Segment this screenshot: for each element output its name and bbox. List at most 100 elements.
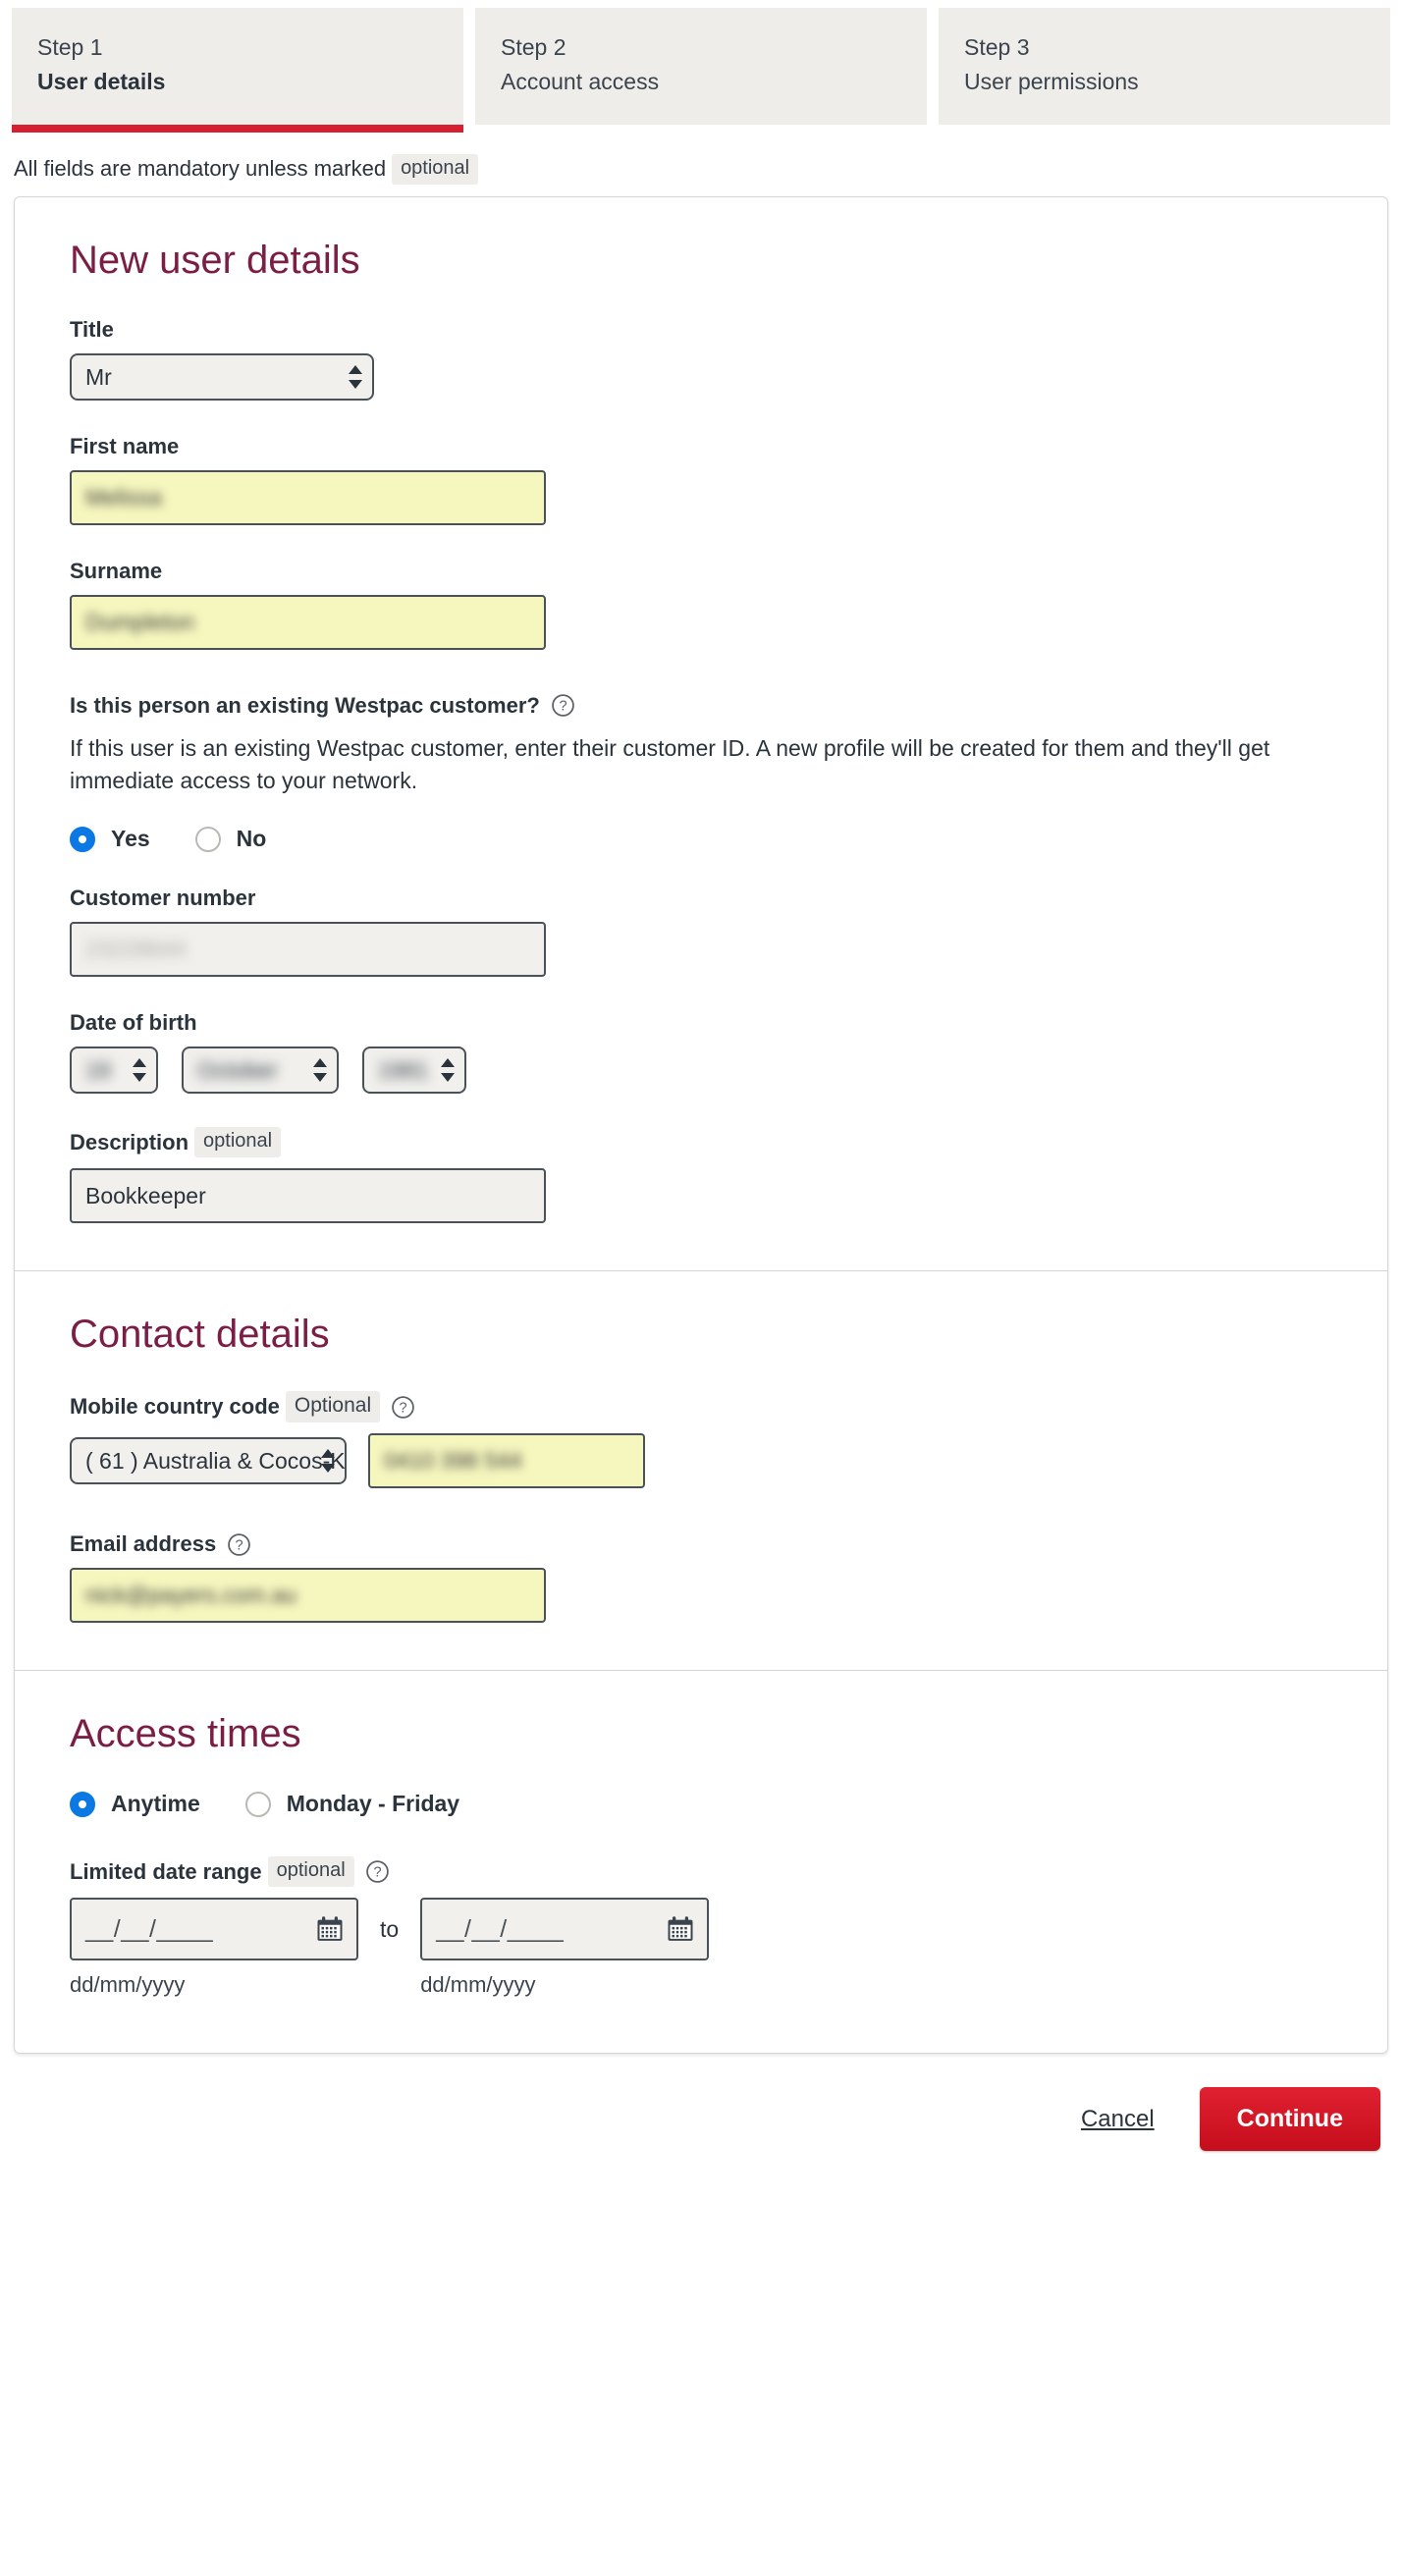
field-mobile: Mobile country code Optional ? ( 61 ) Au…	[70, 1391, 1332, 1489]
access-times-radio-group: Anytime Monday - Friday	[70, 1791, 1332, 1817]
label-limited-date-range: Limited date range	[70, 1858, 262, 1884]
new-user-form-card: New user details Title Mr First name Mel…	[14, 195, 1388, 2055]
mobile-country-code-label-row: Mobile country code Optional ?	[70, 1391, 1332, 1423]
radio-no-label: No	[236, 826, 267, 852]
dob-day-select[interactable]: 19	[70, 1046, 158, 1095]
limited-date-range-optional-badge: optional	[267, 1856, 354, 1888]
help-icon[interactable]: ?	[551, 693, 575, 718]
field-email: Email address ? nick@payers.com.au	[70, 1531, 1332, 1624]
step-tab-user-permissions[interactable]: Step 3 User permissions	[939, 8, 1390, 125]
first-name-input-wrap: Melissa	[70, 469, 1332, 525]
label-description: Description	[70, 1129, 189, 1154]
mandatory-fields-note: All fields are mandatory unless marked op…	[14, 153, 1402, 185]
mandatory-note-text: All fields are mandatory unless marked	[14, 155, 387, 181]
date-of-birth-row: 19 October 1981	[70, 1046, 1332, 1095]
title-select[interactable]: Mr	[70, 352, 374, 401]
step-2-title: Account access	[501, 69, 660, 95]
field-first-name: First name Melissa	[70, 434, 1332, 525]
label-surname: Surname	[70, 558, 163, 583]
date-range-to-word: to	[380, 1916, 400, 1943]
mobile-country-code-select[interactable]: ( 61 ) Australia & Cocos-K	[70, 1437, 347, 1485]
date-from-hint: dd/mm/yyyy	[70, 1972, 186, 1998]
description-optional-badge: optional	[194, 1127, 282, 1158]
mobile-country-code-value: ( 61 ) Australia & Cocos-K	[85, 1448, 345, 1475]
field-date-of-birth: Date of birth 19 October 1981	[70, 1010, 1332, 1095]
dob-year-select[interactable]: 1981	[362, 1046, 466, 1095]
limited-date-range-row: __/__/____ dd/mm/yyyy to __/__/____ dd/m…	[70, 1898, 1332, 1998]
date-from-mask: __/__/____	[85, 1914, 214, 1943]
step-3-title: User permissions	[964, 69, 1139, 95]
date-to-mask: __/__/____	[436, 1914, 565, 1943]
radio-mon-fri-indicator	[244, 1791, 271, 1817]
step-tab-user-details[interactable]: Step 1 User details	[12, 8, 463, 133]
date-from-input[interactable]: __/__/____	[70, 1898, 358, 1961]
existing-customer-description: If this user is an existing Westpac cust…	[70, 734, 1270, 793]
calendar-icon[interactable]	[666, 1914, 695, 1944]
help-icon[interactable]: ?	[227, 1532, 251, 1557]
spinner-arrows-icon	[441, 1058, 455, 1083]
optional-badge-legend: optional	[392, 153, 479, 185]
radio-access-anytime[interactable]: Anytime	[70, 1791, 200, 1817]
surname-input-wrap: Dumpleton	[70, 594, 1332, 650]
step-tab-account-access[interactable]: Step 2 Account access	[475, 8, 927, 125]
existing-customer-radio-group: Yes No	[70, 826, 1332, 852]
label-mobile-country-code: Mobile country code	[70, 1394, 280, 1420]
step-2-number: Step 2	[501, 34, 566, 60]
radio-existing-customer-yes[interactable]: Yes	[70, 826, 150, 852]
step-3-number: Step 3	[964, 34, 1030, 60]
date-to-input[interactable]: __/__/____	[420, 1898, 710, 1961]
limited-date-range-label-row: Limited date range optional ?	[70, 1856, 1332, 1888]
mobile-row: ( 61 ) Australia & Cocos-K 0410 398 544	[70, 1433, 1332, 1489]
description-input[interactable]: Bookkeeper	[70, 1168, 546, 1224]
spinner-arrows-icon	[321, 1449, 335, 1474]
label-date-of-birth: Date of birth	[70, 1010, 197, 1036]
field-title: Title Mr	[70, 317, 1332, 401]
label-customer-number: Customer number	[70, 886, 256, 911]
radio-mon-fri-label: Monday - Friday	[286, 1791, 460, 1817]
spinner-arrows-icon	[349, 364, 362, 389]
svg-text:?: ?	[236, 1538, 243, 1554]
svg-text:?: ?	[373, 1865, 381, 1881]
email-label-row: Email address ?	[70, 1531, 1332, 1557]
first-name-input[interactable]	[70, 469, 546, 525]
form-footer: Cancel Continue	[0, 2054, 1402, 2152]
surname-input[interactable]	[70, 594, 546, 650]
step-1-number: Step 1	[37, 34, 103, 60]
mobile-number-input[interactable]	[368, 1433, 645, 1489]
date-to-hint: dd/mm/yyyy	[420, 1972, 536, 1998]
label-first-name: First name	[70, 433, 180, 458]
description-label-row: Description optional	[70, 1127, 1332, 1158]
mobile-number-input-wrap: 0410 398 544	[368, 1433, 645, 1489]
field-surname: Surname Dumpleton	[70, 559, 1332, 650]
label-existing-customer: Is this person an existing Westpac custo…	[70, 692, 540, 718]
help-icon[interactable]: ?	[365, 1859, 390, 1884]
radio-yes-indicator	[70, 826, 95, 852]
section-access-times: Access times Anytime Monday - Friday Lim…	[15, 1670, 1387, 2053]
section-title-new-user-details: New user details	[70, 238, 360, 282]
svg-text:?: ?	[400, 1401, 407, 1417]
mobile-optional-badge: Optional	[285, 1391, 381, 1423]
cancel-button[interactable]: Cancel	[1081, 2106, 1155, 2133]
dob-month-select[interactable]: October	[182, 1046, 339, 1095]
email-input-wrap: nick@payers.com.au	[70, 1568, 1332, 1624]
radio-existing-customer-no[interactable]: No	[194, 826, 267, 852]
existing-customer-label-row: Is this person an existing Westpac custo…	[70, 693, 1332, 719]
description-value: Bookkeeper	[85, 1183, 206, 1209]
section-title-contact-details: Contact details	[70, 1313, 330, 1357]
step-progress-bar: Step 1 User details Step 2 Account acces…	[0, 8, 1402, 133]
continue-button[interactable]: Continue	[1199, 2087, 1380, 2152]
date-to-column: __/__/____ dd/mm/yyyy	[420, 1898, 710, 1998]
calendar-icon[interactable]	[315, 1914, 345, 1944]
field-existing-customer: Is this person an existing Westpac custo…	[70, 693, 1332, 853]
spinner-arrows-icon	[133, 1058, 146, 1083]
radio-anytime-indicator	[70, 1791, 95, 1817]
label-title: Title	[70, 316, 114, 342]
help-icon[interactable]: ?	[391, 1395, 415, 1420]
svg-text:?: ?	[559, 699, 566, 715]
customer-number-input-wrap: 23228644	[70, 922, 1332, 978]
customer-number-input[interactable]	[70, 922, 546, 978]
radio-access-mon-fri[interactable]: Monday - Friday	[244, 1791, 460, 1817]
date-from-column: __/__/____ dd/mm/yyyy	[70, 1898, 358, 1998]
section-new-user-details: New user details Title Mr First name Mel…	[15, 197, 1387, 1271]
email-input[interactable]	[70, 1568, 546, 1624]
